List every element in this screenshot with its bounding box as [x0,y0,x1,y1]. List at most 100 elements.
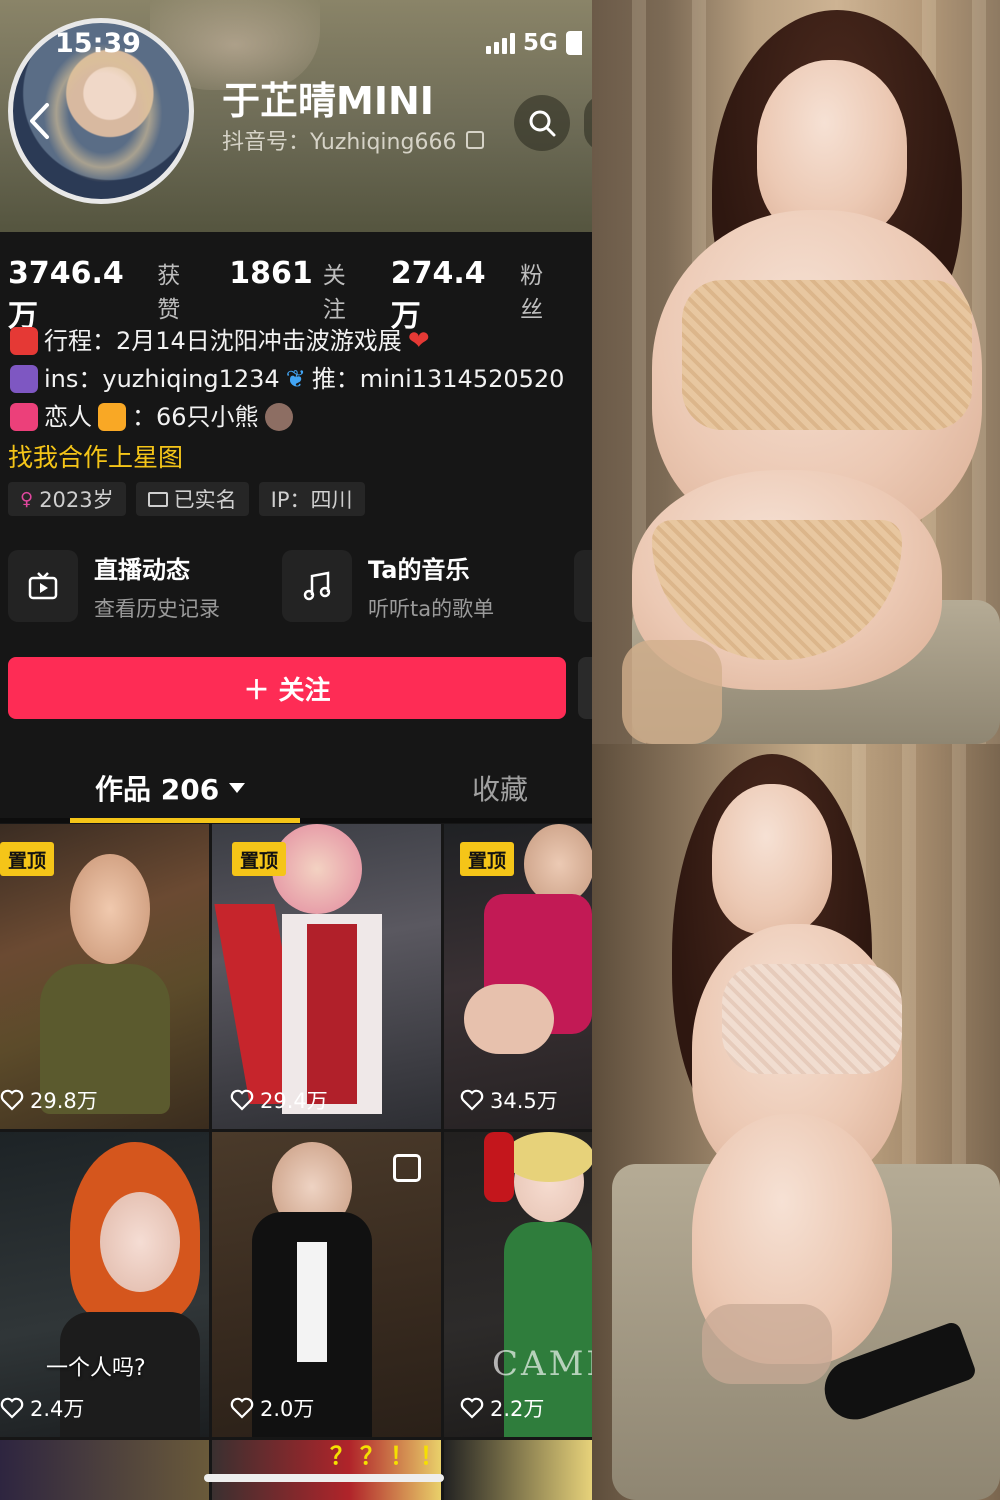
home-indicator[interactable] [204,1474,444,1482]
video-thumbnail[interactable] [0,1440,209,1500]
photo-bottom [592,744,1000,1500]
like-count-text: 29.8万 [30,1089,98,1113]
like-count-text: 29.4万 [260,1089,328,1113]
handle-text: 抖音号：Yuzhiqing666 [222,130,457,155]
verified-tag: 已实名 [135,482,249,516]
alien-emoji-icon [10,365,38,393]
tab-label: 作品 206 [95,773,220,806]
bio-text: ：66只小熊 [132,403,259,431]
tab-works[interactable]: 作品 206 [95,768,246,808]
stat-label: 粉丝 [520,263,544,323]
lace-top [722,964,902,1074]
pinned-badge: 置顶 [460,842,514,876]
feature-subtitle: 听听ta的歌单 [368,596,495,621]
heart-outline-icon [0,1397,24,1419]
follow-button[interactable]: ＋ 关注 [8,657,566,719]
message-button-partial[interactable] [578,657,592,719]
like-count: 34.5万 [460,1085,558,1115]
bear-emoji-icon [264,403,293,431]
battery-icon [565,31,582,55]
tag-text: 已实名 [173,488,237,512]
photo-top [592,0,1000,744]
profile-handle[interactable]: 抖音号：Yuzhiqing666 [222,124,485,156]
caret-down-icon [229,783,246,793]
status-bar-indicators: 5G [486,30,582,56]
profile-name: 于芷晴MINI [222,79,434,123]
like-count-text: 34.5万 [490,1089,558,1113]
video-thumbnail[interactable]: 一个人吗? 2.4万 [0,1132,209,1437]
like-count-text: 2.2万 [490,1397,545,1421]
feature-card-partial[interactable] [574,550,592,622]
video-thumbnail[interactable]: 2.0万 [212,1132,441,1437]
signal-icon [486,32,515,54]
thumbnail-text: ？？！！ [330,1442,450,1470]
profile-screen: 15:39 5G 于芷晴MINI 抖音号：Yuzhiqing666 3746.4… [0,0,592,1500]
tag-text: IP：四川 [270,488,353,512]
heart-outline-icon [230,1397,254,1419]
tv-icon [8,550,78,622]
profile-tags: ♀ 2023岁 已实名 IP：四川 [8,482,365,516]
like-count-text: 2.4万 [30,1397,85,1421]
bio-text: 行程：2月14日沈阳冲击波游戏展 [44,327,402,355]
bio-text: 恋人 [44,403,92,431]
stat-following[interactable]: 1861 关注 [229,256,363,324]
chevron-left-icon [30,103,49,139]
bio-line-schedule: 行程：2月14日沈阳冲击波游戏展 ❤ [10,322,564,360]
video-thumbnail[interactable]: 置顶 29.8万 [0,824,209,1129]
id-card-icon [147,491,168,507]
music-card[interactable]: Ta的音乐 听听ta的歌单 [282,550,494,622]
search-icon [529,110,556,137]
tab-favorites[interactable]: 收藏 [472,768,528,808]
heart-outline-icon [230,1089,254,1111]
network-type: 5G [523,30,558,56]
bio-line-lover: 恋人 ：66只小熊 [10,398,564,436]
profile-bio: 行程：2月14日沈阳冲击波游戏展 ❤ ins：yuzhiqing1234 ❦ 推… [10,322,564,436]
lace-top [682,280,972,430]
video-caption: CAMM [492,1344,592,1384]
like-count: 29.8万 [0,1085,98,1115]
stat-label: 获赞 [157,263,181,323]
couple-emoji-icon [98,403,126,431]
heart-emoji-icon: ❤ [407,326,430,356]
tag-text: 2023岁 [39,488,114,512]
like-count-text: 2.0万 [260,1397,315,1421]
feature-subtitle: 查看历史记录 [94,596,220,621]
video-thumbnail[interactable]: 置顶 34.5万 [444,824,592,1129]
bio-line-socials: ins：yuzhiqing1234 ❦ 推：mini1314520520 [10,360,564,398]
copy-icon[interactable] [466,131,485,149]
video-thumbnail[interactable]: 置顶 29.4万 [212,824,441,1129]
stat-label: 关注 [322,263,346,323]
like-count: 2.0万 [230,1393,314,1423]
age-tag: ♀ 2023岁 [8,482,126,516]
heart-outline-icon [460,1397,484,1419]
back-button[interactable] [20,98,60,144]
sparkling-heart-emoji-icon [10,403,38,431]
butterfly-emoji-icon: ❦ [285,365,306,393]
pinned-badge: 置顶 [0,842,54,876]
like-count: 2.4万 [0,1393,84,1423]
collab-link[interactable]: 找我合作上星图 [8,438,183,474]
feature-title: Ta的音乐 [368,555,470,584]
bio-text: ins：yuzhiqing1234 [44,365,280,393]
like-count: 29.4万 [230,1085,328,1115]
pinned-badge: 置顶 [232,842,286,876]
heart-outline-icon [460,1089,484,1111]
ip-tag: IP：四川 [258,482,365,516]
stocking [702,1304,832,1384]
face [712,784,832,934]
feature-title: 直播动态 [94,555,190,584]
tab-active-indicator [70,818,300,823]
fries-emoji-icon [10,327,38,355]
video-thumbnail[interactable]: CAMM 2.2万 [444,1132,592,1437]
stat-value: 1861 [229,256,313,291]
video-thumbnail[interactable] [444,1440,592,1500]
heart-outline-icon [0,1089,24,1111]
multi-image-icon [393,1154,421,1182]
video-caption: 一个人吗? [46,1356,146,1381]
music-note-icon [282,550,352,622]
female-icon: ♀ [20,488,34,510]
like-count: 2.2万 [460,1393,544,1423]
search-button[interactable] [514,95,570,151]
stocking [622,640,722,744]
live-history-card[interactable]: 直播动态 查看历史记录 [8,550,220,622]
